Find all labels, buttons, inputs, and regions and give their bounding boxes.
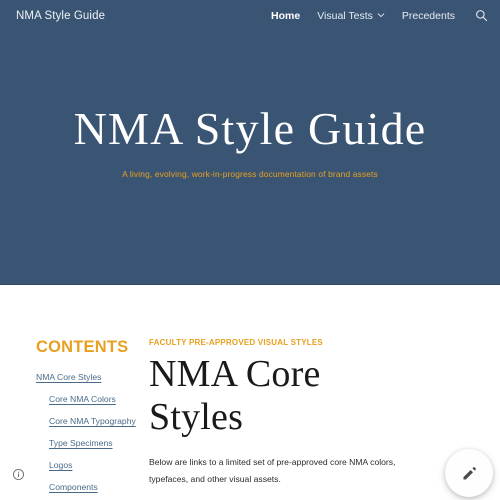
- hero-subtitle: A living, evolving, work-in-progress doc…: [122, 169, 378, 180]
- contents-heading: CONTENTS: [36, 338, 129, 356]
- list-item: Core NMA Colors: [36, 394, 146, 404]
- nav-item-precedents-label: Precedents: [401, 9, 455, 22]
- sidebar-item-core-nma-colors[interactable]: Core NMA Colors: [49, 394, 116, 404]
- table-of-contents-list: NMA Core Styles Core NMA Colors Core NMA…: [36, 372, 146, 500]
- page-title: NMA Core Styles: [149, 353, 321, 438]
- sidebar-item-type-specimens[interactable]: Type Specimens: [49, 438, 113, 448]
- nav-item-visual-tests[interactable]: Visual Tests: [317, 10, 385, 22]
- site-brand-title[interactable]: NMA Style Guide: [16, 10, 105, 22]
- nav-item-home[interactable]: Home: [271, 10, 300, 22]
- edit-pencil-icon: [462, 466, 476, 480]
- page-root: NMA Style Guide Home Visual Tests Preced…: [0, 0, 500, 500]
- sidebar-item-nma-core-styles[interactable]: NMA Core Styles: [36, 372, 101, 382]
- list-item: Logos: [36, 461, 146, 470]
- intro-paragraph: Below are links to a limited set of pre-…: [149, 457, 396, 485]
- sidebar-item-core-nma-typography[interactable]: Core NMA Typography: [49, 416, 136, 426]
- list-item: Core NMA Typography: [36, 416, 146, 426]
- edit-floating-action-button[interactable]: [445, 449, 493, 497]
- sidebar-item-logos[interactable]: Logos: [49, 460, 72, 470]
- nav-item-home-label: Home: [271, 9, 301, 22]
- nav-item-visual-tests-label: Visual Tests: [317, 9, 373, 22]
- nav-item-precedents[interactable]: Precedents: [402, 10, 455, 22]
- search-icon[interactable]: [474, 9, 488, 23]
- info-icon[interactable]: [12, 468, 25, 481]
- list-item: NMA Core Styles: [36, 372, 146, 382]
- content-area: CONTENTS NMA Core Styles Core NMA Colors…: [0, 286, 500, 500]
- section-eyebrow-label: FACULTY PRE-APPROVED VISUAL STYLES: [149, 338, 323, 347]
- sidebar-item-components[interactable]: Components: [49, 482, 98, 492]
- chevron-down-icon: [377, 11, 385, 19]
- hero-banner: NMA Style Guide A living, evolving, work…: [0, 31, 500, 285]
- hero-title: NMA Style Guide: [73, 103, 427, 154]
- list-item: Components: [36, 483, 146, 492]
- list-item: Type Specimens: [36, 438, 146, 448]
- top-navigation-bar: NMA Style Guide Home Visual Tests Preced…: [0, 0, 500, 31]
- nav-link-group: Home Visual Tests Precedents: [271, 10, 455, 22]
